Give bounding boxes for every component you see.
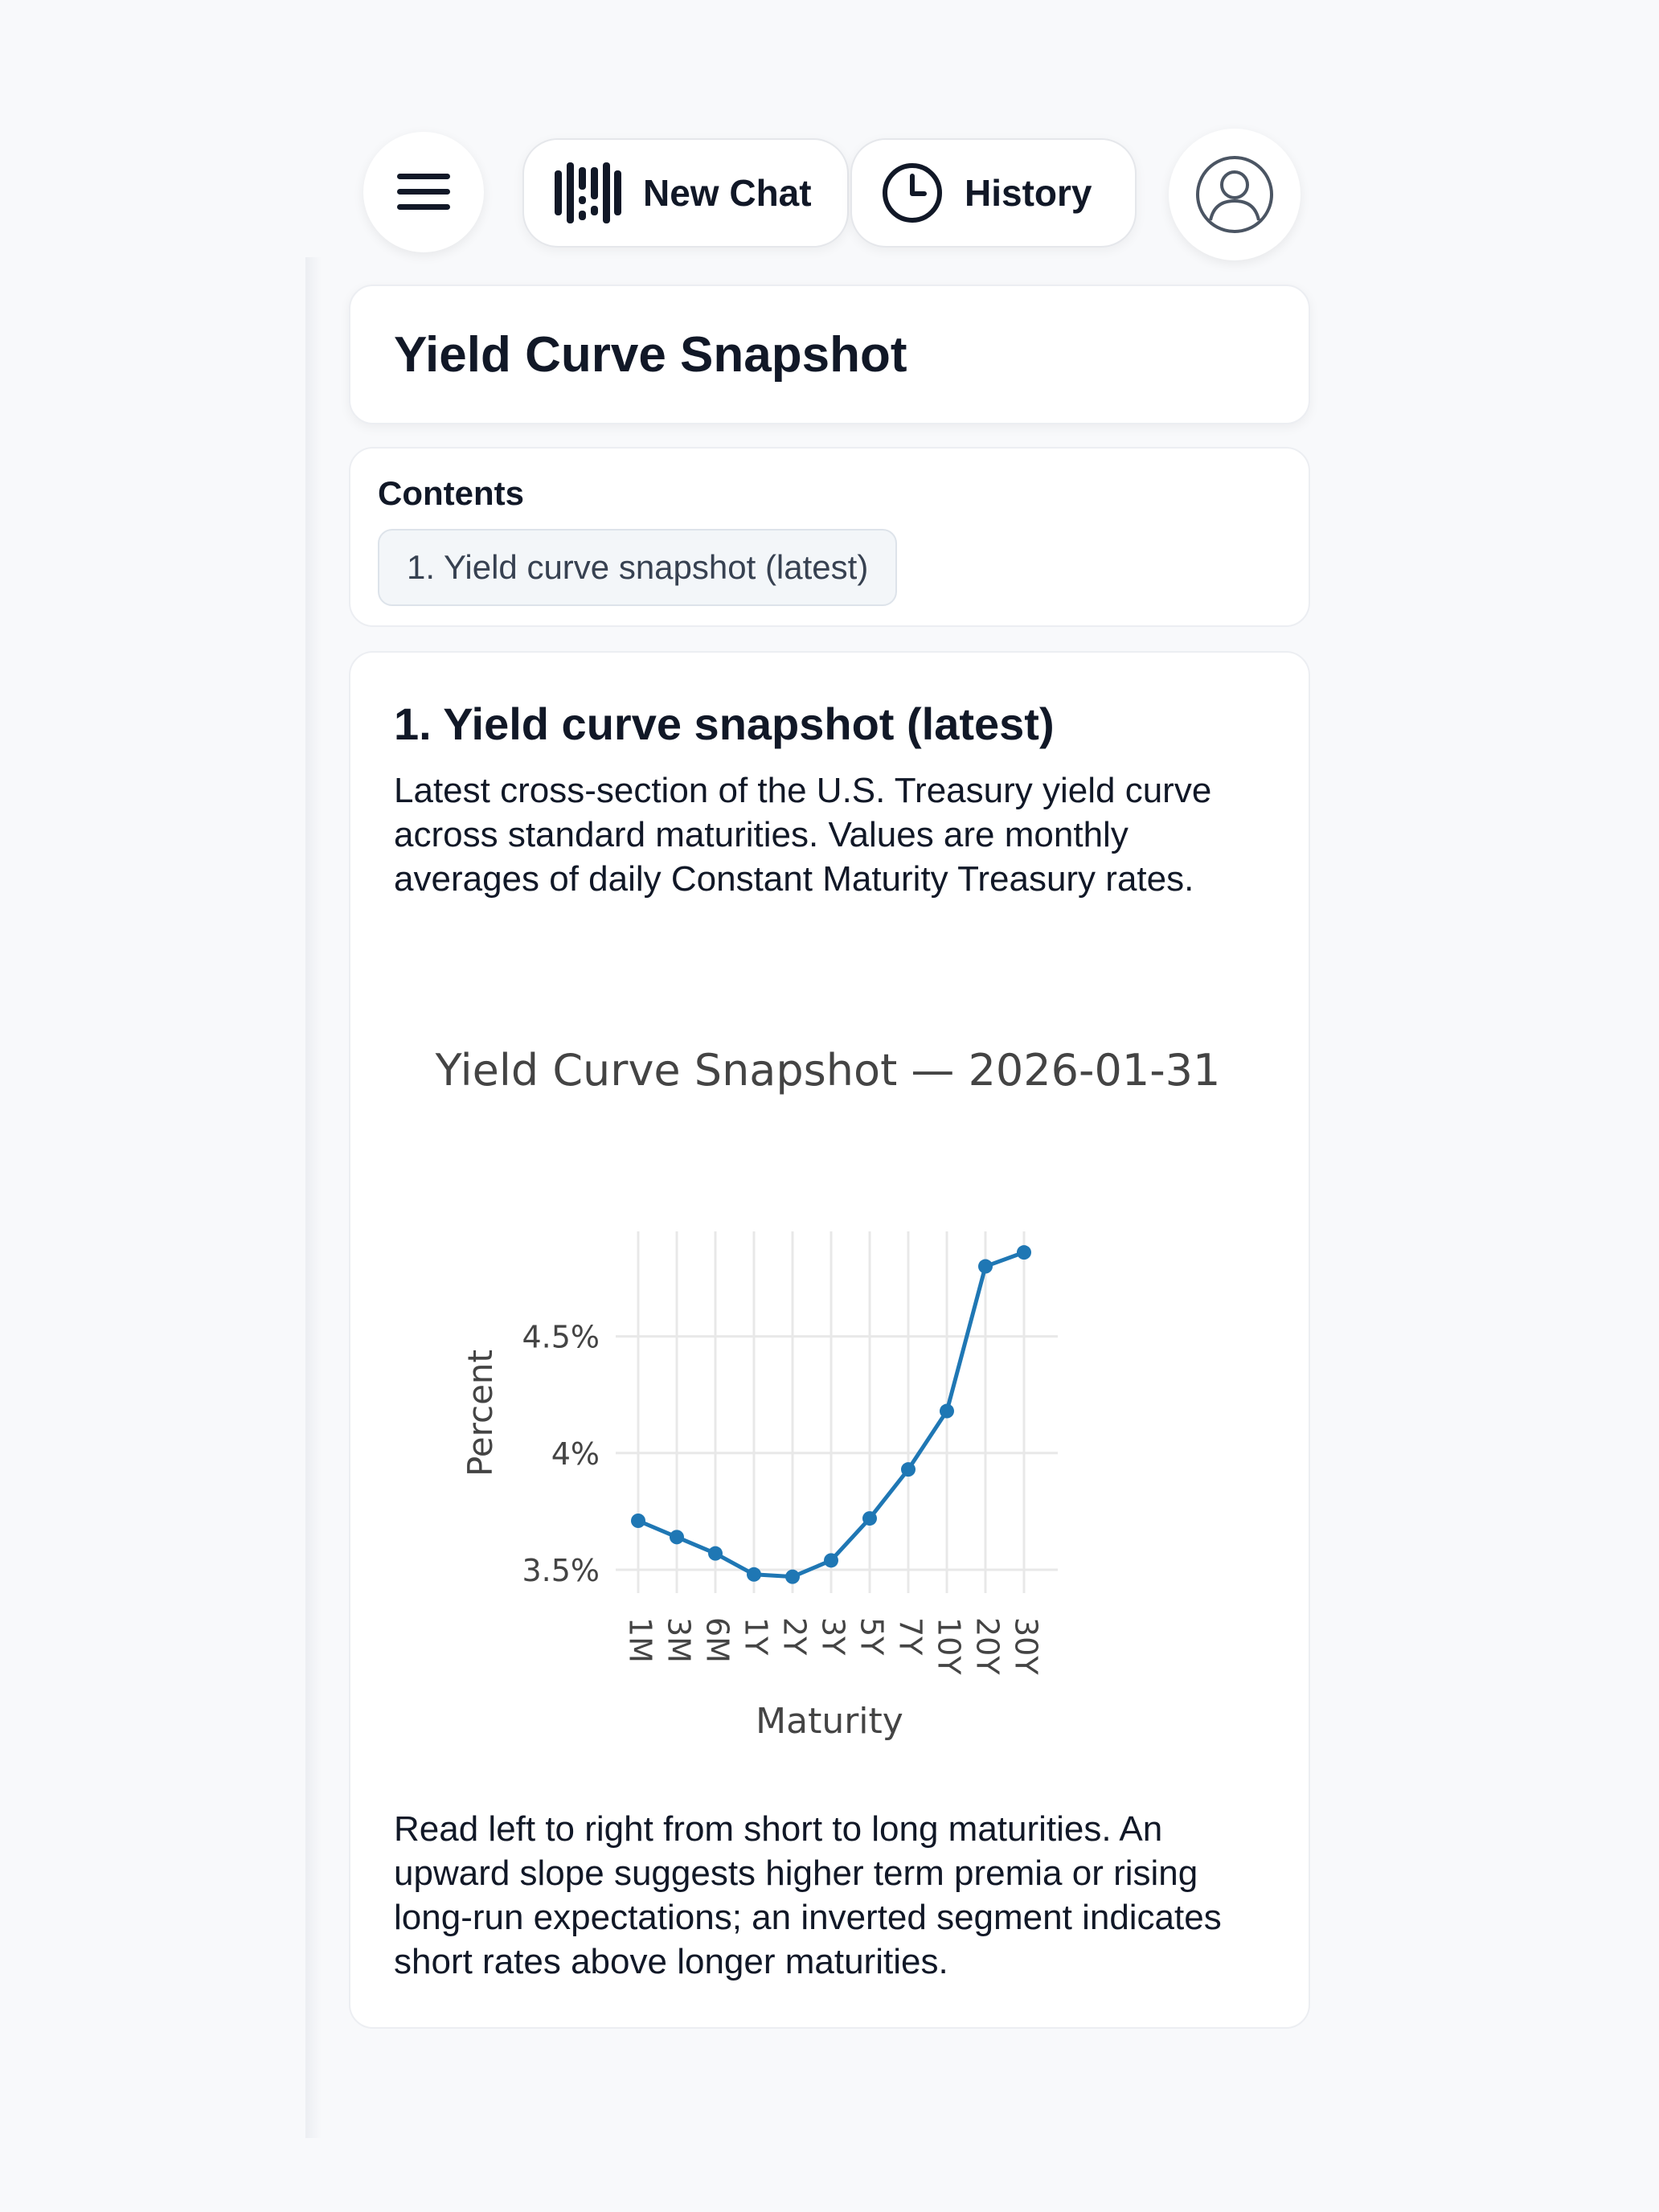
- x-tick-label: 10Y: [932, 1617, 967, 1675]
- x-tick-label: 3Y: [816, 1617, 851, 1656]
- y-tick-label: 4%: [551, 1436, 600, 1472]
- data-point-30Y: [1017, 1245, 1031, 1260]
- x-tick-label: 1Y: [739, 1617, 774, 1656]
- x-tick-label: 3M: [662, 1617, 697, 1663]
- section-outro-text: Read left to right from short to long ma…: [394, 1809, 1222, 1981]
- x-tick-label: 2Y: [777, 1617, 813, 1656]
- x-tick-label: 1M: [623, 1617, 658, 1663]
- clock-icon: [883, 163, 942, 223]
- new-chat-label: New Chat: [643, 172, 812, 214]
- x-axis-label: Maturity: [756, 1701, 903, 1742]
- data-point-7Y: [901, 1462, 916, 1477]
- history-button[interactable]: History: [850, 138, 1137, 248]
- data-point-3Y: [824, 1553, 838, 1568]
- data-point-20Y: [978, 1259, 993, 1274]
- hamburger-menu-icon: [397, 174, 450, 210]
- x-tick-label: 20Y: [970, 1617, 1006, 1675]
- page-title-card: Yield Curve Snapshot: [349, 285, 1310, 424]
- menu-button[interactable]: [363, 132, 484, 252]
- new-chat-button[interactable]: New Chat: [522, 138, 849, 248]
- x-tick-label: 6M: [700, 1617, 735, 1663]
- contents-card: Contents 1. Yield curve snapshot (latest…: [349, 447, 1310, 627]
- data-point-3M: [670, 1530, 684, 1545]
- x-tick-label: 7Y: [893, 1617, 928, 1656]
- x-axis-ticks: 1M 3M 6M 1Y 2Y 3Y 5Y 7Y 10Y 20Y 30Y: [623, 1617, 1044, 1675]
- sidebar-edge-shadow: [305, 257, 322, 2138]
- data-point-5Y: [862, 1511, 877, 1526]
- data-point-6M: [708, 1546, 723, 1561]
- y-axis-label: Percent: [461, 1350, 500, 1477]
- data-point-10Y: [940, 1403, 954, 1419]
- x-tick-label: 5Y: [854, 1617, 890, 1656]
- toc-link-section-1[interactable]: 1. Yield curve snapshot (latest): [378, 529, 898, 606]
- y-axis-ticks: 3.5% 4% 4.5%: [522, 1320, 600, 1588]
- data-point-1Y: [747, 1567, 761, 1582]
- user-avatar-icon: [1196, 156, 1273, 233]
- chart-title: Yield Curve Snapshot — 2026-01-31: [435, 1045, 1221, 1096]
- contents-heading: Contents: [378, 474, 524, 512]
- y-tick-label: 3.5%: [522, 1553, 600, 1588]
- brand-logo-icon: [555, 162, 621, 223]
- y-tick-label: 4.5%: [522, 1320, 600, 1355]
- yield-curve-chart: Yield Curve Snapshot — 2026-01-31 3.5% 4%…: [435, 1045, 1221, 1742]
- data-point-2Y: [785, 1569, 800, 1584]
- data-point-1M: [631, 1514, 645, 1528]
- user-avatar-button[interactable]: [1169, 129, 1301, 260]
- x-tick-label: 30Y: [1009, 1617, 1044, 1675]
- page-title: Yield Curve Snapshot: [394, 327, 907, 383]
- section-card: 1. Yield curve snapshot (latest) Latest …: [349, 651, 1310, 2029]
- history-label: History: [965, 172, 1092, 214]
